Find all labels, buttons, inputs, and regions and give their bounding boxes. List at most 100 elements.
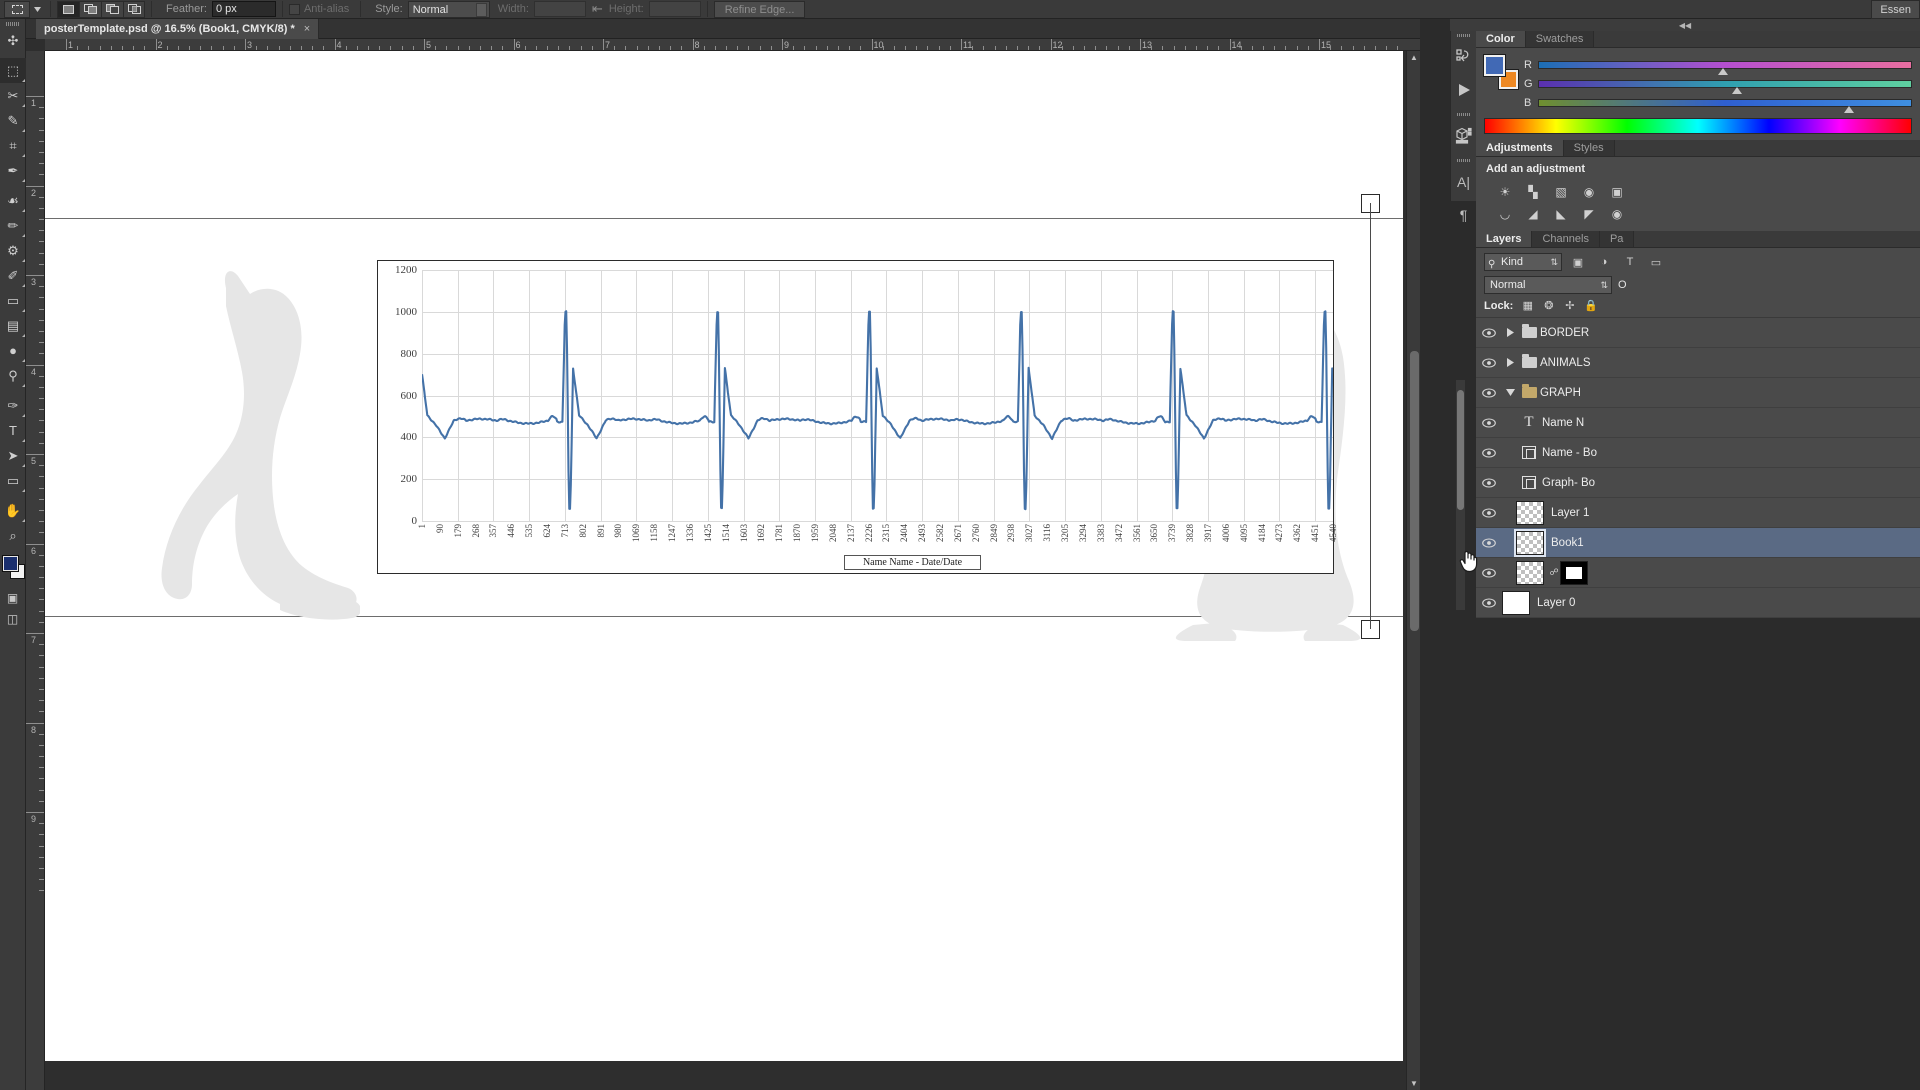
channel-slider-r[interactable] [1538, 60, 1912, 75]
dock-grip[interactable] [1451, 156, 1476, 165]
layer-row[interactable]: T Name N [1476, 408, 1920, 438]
tool-submenu-triangle-icon[interactable] [22, 439, 25, 442]
channel-slider-g[interactable] [1538, 79, 1912, 94]
crop-tool[interactable]: ⌗ [0, 133, 26, 158]
scroll-up-icon[interactable]: ▲ [1407, 51, 1421, 64]
actions-play-icon[interactable] [1451, 73, 1476, 106]
layer-thumbnail[interactable] [1502, 590, 1530, 615]
dock-grip[interactable] [1451, 31, 1476, 40]
new-selection-button[interactable] [57, 0, 79, 18]
black-white-icon[interactable]: ◤ [1580, 206, 1598, 222]
style-select[interactable]: Normal [407, 0, 490, 18]
curves-icon[interactable]: ▧ [1552, 184, 1570, 200]
layer-row[interactable]: Graph- Bo [1476, 468, 1920, 498]
close-icon[interactable]: × [304, 23, 310, 35]
spot-healing-brush-tool[interactable]: ☙ [0, 188, 26, 213]
layer-row[interactable]: ☍ [1476, 558, 1920, 588]
horizontal-type-tool[interactable]: T [0, 418, 26, 443]
layer-thumbnail[interactable] [1516, 500, 1544, 525]
dock-collapse-button[interactable]: ◀◀ [1450, 19, 1920, 31]
layer-row[interactable]: ANIMALS [1476, 348, 1920, 378]
layers-panel-scrollbar[interactable] [1456, 380, 1465, 610]
3d-properties-icon[interactable] [1451, 119, 1476, 152]
eyedropper-tool[interactable]: ✒ [0, 158, 26, 183]
channel-slider-b[interactable] [1538, 98, 1912, 113]
blend-mode-select[interactable]: Normal ⇅ [1484, 276, 1612, 294]
lock-transparent-pixels-icon[interactable]: ▦ [1521, 299, 1534, 312]
document-page[interactable]: 0 200 400 600 800 1000 1200 1 90 179 268 357 446 535 6… [45, 51, 1403, 1061]
layer-mask-thumbnail[interactable] [1560, 560, 1588, 585]
tool-preset-picker[interactable] [4, 0, 30, 18]
layer-visibility-eye-icon[interactable] [1476, 597, 1502, 608]
layer-thumbnail[interactable] [1516, 560, 1544, 585]
antialias-checkbox[interactable] [288, 3, 300, 15]
chevron-updown-icon[interactable]: ⇅ [1600, 279, 1608, 292]
tool-submenu-triangle-icon[interactable] [22, 384, 25, 387]
clone-stamp-tool[interactable]: ⚙ [0, 238, 26, 263]
eraser-tool[interactable]: ▭ [0, 288, 26, 313]
intersect-selection-button[interactable] [123, 0, 145, 18]
layer-filter-kind-select[interactable]: ⚲ Kind ⇅ [1484, 253, 1562, 271]
color-chips[interactable] [1483, 54, 1519, 90]
layer-mask-link-icon[interactable]: ☍ [1548, 567, 1560, 578]
layer-row[interactable]: GRAPH [1476, 378, 1920, 408]
gradient-tool[interactable]: ▤ [0, 313, 26, 338]
channel-slider-knob[interactable] [1717, 67, 1728, 75]
foreground-color-chip[interactable] [1483, 54, 1506, 77]
layer-row[interactable]: Book1 [1476, 528, 1920, 558]
paragraph-panel-icon[interactable]: ¶ [1451, 198, 1476, 231]
tool-submenu-triangle-icon[interactable] [22, 234, 25, 237]
color-balance-icon[interactable]: ◣ [1552, 206, 1570, 222]
swap-dimensions-icon[interactable]: ⇤ [592, 1, 603, 17]
tool-submenu-triangle-icon[interactable] [22, 464, 25, 467]
layer-list[interactable]: BORDER ANIMALS GRAPH T Name N Name - Bo Graph-… [1476, 317, 1920, 618]
tool-submenu-triangle-icon[interactable] [22, 414, 25, 417]
tab-paths[interactable]: Pa [1599, 231, 1635, 247]
tool-submenu-triangle-icon[interactable] [22, 209, 25, 212]
chevron-right-icon[interactable] [1502, 358, 1518, 367]
style-stepper-icon[interactable] [475, 2, 487, 17]
brightness-contrast-icon[interactable]: ☀ [1496, 184, 1514, 200]
ecg-chart[interactable]: 0 200 400 600 800 1000 1200 1 90 179 268 357 446 535 6… [377, 260, 1338, 574]
brush-tool[interactable]: ✏ [0, 213, 26, 238]
layer-row[interactable]: Name - Bo [1476, 438, 1920, 468]
tool-submenu-triangle-icon[interactable] [22, 309, 25, 312]
layer-visibility-eye-icon[interactable] [1476, 537, 1502, 548]
zoom-tool[interactable]: ⌕ [0, 523, 26, 548]
chevron-down-icon[interactable] [1502, 389, 1518, 396]
tools-panel-grip[interactable] [0, 19, 25, 28]
tab-layers[interactable]: Layers [1476, 231, 1533, 247]
move-tool[interactable]: ✣ [0, 28, 26, 53]
screen-mode-icon[interactable]: ◫ [0, 608, 25, 629]
tool-submenu-triangle-icon[interactable] [22, 359, 25, 362]
tool-submenu-triangle-icon[interactable] [22, 334, 25, 337]
lock-all-icon[interactable]: 🔒 [1584, 299, 1598, 312]
tab-swatches[interactable]: Swatches [1525, 31, 1595, 47]
blur-tool[interactable]: ● [0, 338, 26, 363]
layer-visibility-eye-icon[interactable] [1476, 327, 1502, 338]
rectangle-tool[interactable]: ▭ [0, 468, 26, 493]
scrollbar-thumb[interactable] [1410, 351, 1419, 631]
quick-mask-icon[interactable]: ▣ [0, 587, 25, 608]
subtract-from-selection-button[interactable] [101, 0, 123, 18]
lasso-tool[interactable]: ✂ [0, 83, 26, 108]
filter-adjustment-icon[interactable]: ◑ [1594, 253, 1614, 271]
color-spectrum-ramp[interactable] [1484, 118, 1912, 134]
dodge-tool[interactable]: ⚲ [0, 363, 26, 388]
tool-submenu-triangle-icon[interactable] [22, 129, 25, 132]
natural-saturation-icon[interactable]: ▣ [1608, 184, 1626, 200]
photo-filter-icon[interactable]: ◉ [1608, 206, 1626, 222]
layer-row[interactable]: BORDER [1476, 318, 1920, 348]
levels-icon[interactable]: ▚ [1524, 184, 1542, 200]
rectangular-marquee-tool[interactable]: ⬚ [0, 58, 26, 83]
tool-submenu-triangle-icon[interactable] [22, 79, 25, 82]
layer-visibility-eye-icon[interactable] [1476, 507, 1502, 518]
color-swatches[interactable] [0, 553, 25, 587]
layer-visibility-eye-icon[interactable] [1476, 477, 1502, 488]
character-panel-icon[interactable]: A| [1451, 165, 1476, 198]
layer-row[interactable]: Layer 1 [1476, 498, 1920, 528]
scroll-down-icon[interactable]: ▼ [1407, 1077, 1421, 1090]
layer-visibility-eye-icon[interactable] [1476, 357, 1502, 368]
layer-thumbnail[interactable] [1514, 528, 1546, 557]
foreground-color-swatch[interactable] [2, 555, 19, 572]
